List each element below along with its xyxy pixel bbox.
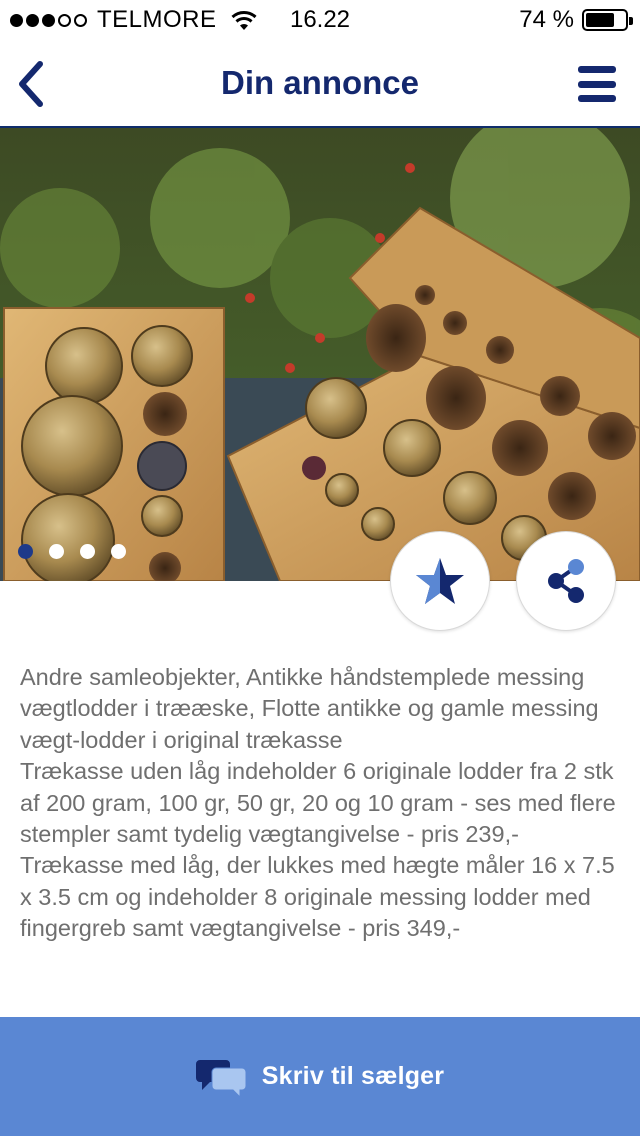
share-button[interactable] xyxy=(516,531,616,631)
pager-dot[interactable] xyxy=(49,544,64,559)
listing-photo[interactable] xyxy=(0,128,640,581)
description-paragraph: Andre samleobjekter, Antikke håndstemple… xyxy=(20,664,599,753)
battery-percent: 74 % xyxy=(519,6,574,33)
contact-seller-button[interactable]: Skriv til sælger xyxy=(0,1017,640,1136)
page-title: Din annonce xyxy=(220,64,420,101)
description-paragraph: Trækasse uden låg indeholder 6 originale… xyxy=(20,758,616,848)
star-icon xyxy=(416,558,464,604)
pager-dot[interactable] xyxy=(111,544,126,559)
status-right: 74 % xyxy=(519,6,633,34)
contact-seller-label: Skriv til sælger xyxy=(261,1062,445,1090)
battery-icon xyxy=(582,9,633,31)
listing-description: Andre samleobjekter, Antikke håndstemple… xyxy=(20,662,624,945)
nav-bar: Din annonce xyxy=(0,40,640,128)
image-pager[interactable] xyxy=(18,544,126,559)
hamburger-menu-icon xyxy=(578,66,616,73)
status-bar: TELMORE 16.22 74 % xyxy=(0,0,640,40)
description-paragraph: Trækasse med låg, der lukkes med hægte m… xyxy=(20,852,615,942)
menu-button[interactable] xyxy=(578,66,616,102)
share-icon xyxy=(548,559,584,603)
pager-dot[interactable] xyxy=(80,544,95,559)
chat-bubbles-icon xyxy=(195,1059,247,1098)
pager-dot[interactable] xyxy=(18,544,33,559)
favorite-button[interactable] xyxy=(390,531,490,631)
